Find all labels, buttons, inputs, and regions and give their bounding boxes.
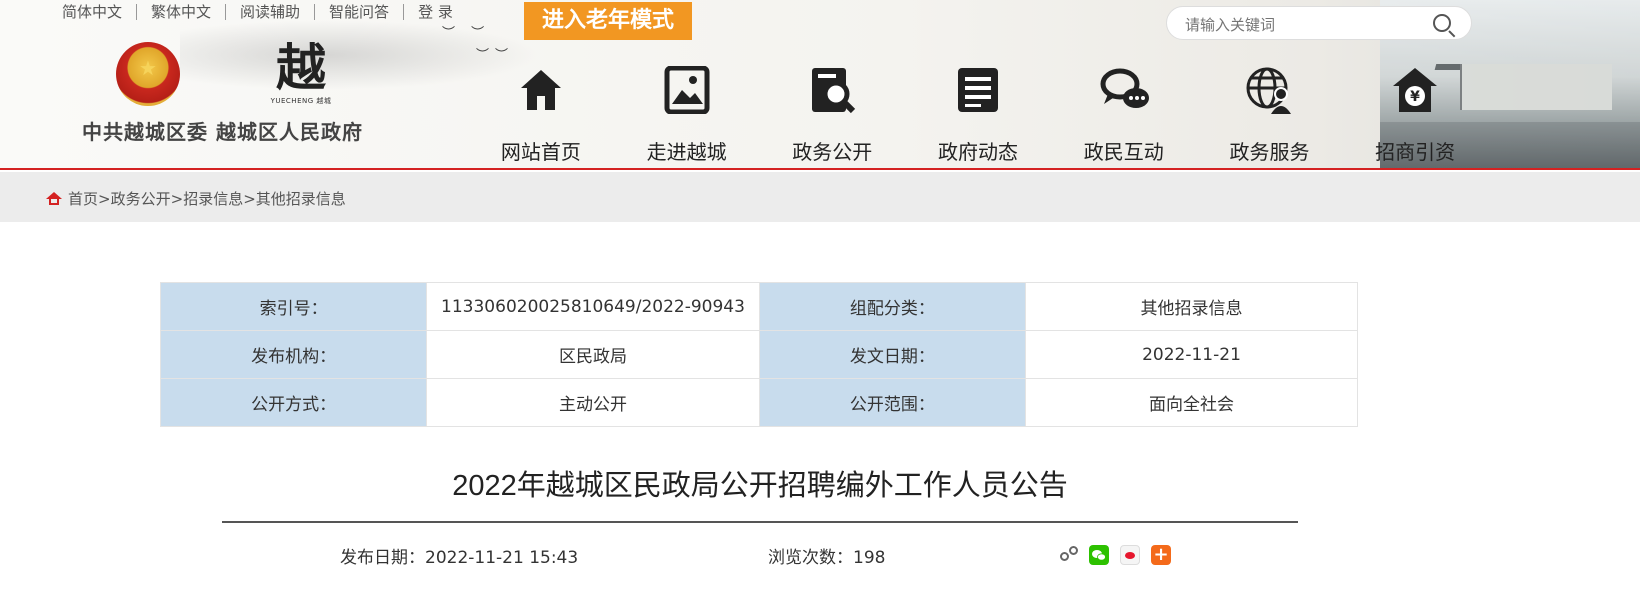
- index-label: 索引号：: [159, 282, 428, 331]
- birds-decoration-2: ︶︶: [476, 48, 515, 63]
- nav-item-services[interactable]: 政务服务: [1197, 64, 1343, 164]
- breadcrumb: 首页 > 政务公开 > 招录信息 > 其他招录信息: [46, 188, 346, 209]
- title-divider: [222, 521, 1298, 523]
- globe-user-icon: [1245, 66, 1293, 114]
- top-links: 简体中文 繁体中文 阅读辅助 智能问答 登 录: [48, 0, 467, 24]
- issuer-value: 区民政局: [426, 330, 760, 379]
- logo-glyph: 越: [276, 38, 326, 97]
- nav-label: 政务服务: [1229, 140, 1310, 164]
- nav-item-home[interactable]: 网站首页: [468, 64, 614, 164]
- article-title: 2022年越城区民政局公开招聘编外工作人员公告: [452, 470, 1068, 502]
- nav-item-gov-news[interactable]: 政府动态: [905, 64, 1051, 164]
- nav-item-interaction[interactable]: 政民互动: [1051, 64, 1197, 164]
- nav-label: 网站首页: [500, 140, 581, 164]
- more-share-icon[interactable]: +: [1151, 545, 1171, 565]
- category-value: 其他招录信息: [1025, 282, 1358, 331]
- weibo-icon[interactable]: [1120, 545, 1140, 565]
- top-link-smart-qa[interactable]: 智能问答: [315, 4, 405, 20]
- yuecheng-logo: 越 YUECHENG 越城: [268, 40, 334, 110]
- search-box: [1166, 6, 1472, 40]
- page: 简体中文 繁体中文 阅读辅助 智能问答 登 录 ︶ ︶ ︶︶ 进入老年模式 ★ …: [0, 0, 1640, 599]
- national-emblem-icon: ★: [116, 42, 180, 106]
- share-icon[interactable]: [1058, 545, 1078, 565]
- document-meta-table: 索引号： 113306020025810649/2022-90943 组配分类：…: [159, 282, 1358, 427]
- breadcrumb-separator: >: [98, 189, 111, 208]
- open-mode-value: 主动公开: [426, 378, 760, 427]
- header: 简体中文 繁体中文 阅读辅助 智能问答 登 录 ︶ ︶ ︶︶ 进入老年模式 ★ …: [0, 0, 1640, 170]
- view-count: 浏览次数：198: [768, 548, 886, 568]
- news-icon: [954, 66, 1002, 114]
- top-link-login[interactable]: 登 录: [404, 4, 467, 20]
- open-mode-label: 公开方式：: [159, 378, 428, 427]
- issuer-label: 发布机构：: [159, 330, 428, 379]
- publish-date: 发布日期：2022-11-21 15:43: [340, 548, 579, 568]
- header-red-line: [0, 168, 1640, 170]
- open-scope-label: 公开范围：: [758, 378, 1027, 427]
- breadcrumb-separator: >: [170, 189, 184, 208]
- table-row: 发布机构： 区民政局 发文日期： 2022-11-21: [159, 330, 1358, 379]
- nav-label: 招商引资: [1375, 140, 1456, 164]
- search-icon[interactable]: [1433, 14, 1451, 32]
- yuan-house-icon: ¥: [1391, 66, 1439, 114]
- table-row: 公开方式： 主动公开 公开范围： 面向全社会: [159, 378, 1358, 427]
- birds-decoration: ︶ ︶: [442, 26, 491, 41]
- main-nav: 网站首页 走进越城 政务公开 政府动态 政民互动 政务服务 ¥ 招商引资: [468, 64, 1488, 164]
- breadcrumb-separator: >: [243, 189, 256, 208]
- senior-mode-button[interactable]: 进入老年模式: [524, 2, 692, 40]
- breadcrumb-home[interactable]: 首页: [68, 188, 98, 209]
- nav-item-about[interactable]: 走进越城: [614, 64, 760, 164]
- logo-subtext: YUECHENG 越城: [270, 97, 332, 105]
- picture-icon: [663, 65, 711, 115]
- nav-label: 走进越城: [646, 140, 727, 164]
- top-link-traditional[interactable]: 繁体中文: [137, 4, 227, 20]
- search-input[interactable]: [1183, 13, 1427, 37]
- share-bar: +: [1058, 545, 1182, 565]
- table-row: 索引号： 113306020025810649/2022-90943 组配分类：…: [159, 282, 1358, 331]
- svg-text:¥: ¥: [1410, 89, 1420, 105]
- breadcrumb-bar: 首页 > 政务公开 > 招录信息 > 其他招录信息: [0, 172, 1640, 222]
- doc-date-value: 2022-11-21: [1025, 330, 1358, 379]
- top-link-reading-aid[interactable]: 阅读辅助: [226, 4, 316, 20]
- nav-item-gov-open[interactable]: 政务公开: [759, 64, 905, 164]
- breadcrumb-gov-open[interactable]: 政务公开: [111, 188, 171, 209]
- index-value: 113306020025810649/2022-90943: [426, 282, 760, 331]
- nav-item-investment[interactable]: ¥ 招商引资: [1342, 64, 1488, 164]
- wechat-icon[interactable]: [1089, 545, 1109, 565]
- doc-date-label: 发文日期：: [758, 330, 1027, 379]
- breadcrumb-recruit[interactable]: 招录信息: [183, 188, 243, 209]
- nav-label: 政府动态: [938, 140, 1019, 164]
- category-label: 组配分类：: [758, 282, 1027, 331]
- top-link-simplified[interactable]: 简体中文: [48, 4, 138, 20]
- chat-icon: [1100, 66, 1149, 114]
- breadcrumb-other-recruit[interactable]: 其他招录信息: [256, 188, 346, 209]
- document-search-icon: [808, 66, 856, 114]
- nav-label: 政民互动: [1083, 140, 1164, 164]
- home-icon: [46, 191, 62, 206]
- home-icon: [517, 66, 565, 114]
- nav-label: 政务公开: [792, 140, 873, 164]
- open-scope-value: 面向全社会: [1025, 378, 1358, 427]
- site-name[interactable]: 中共越城区委 越城区人民政府: [82, 116, 363, 145]
